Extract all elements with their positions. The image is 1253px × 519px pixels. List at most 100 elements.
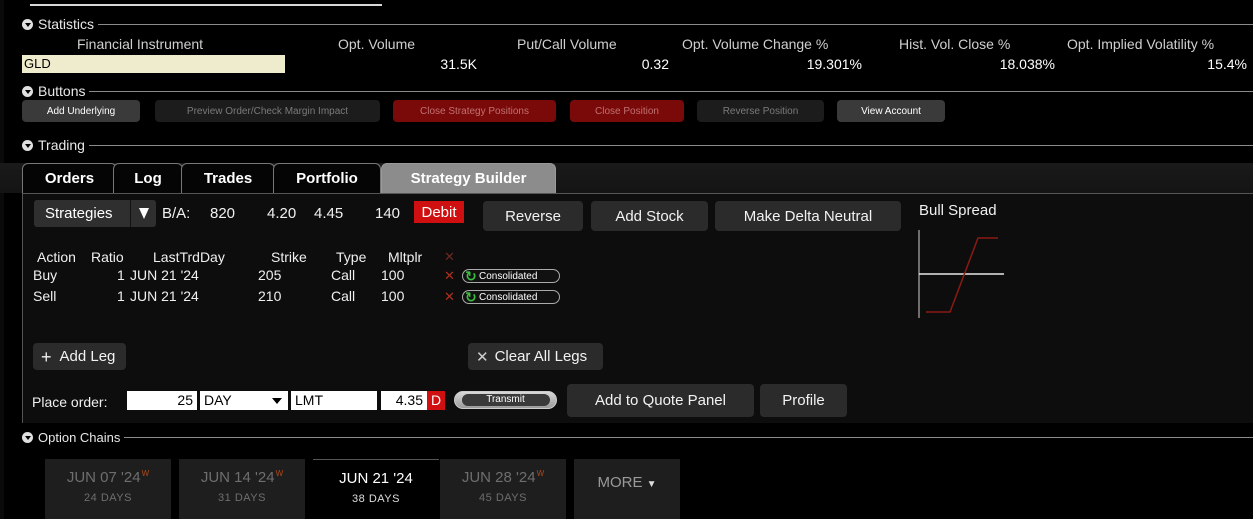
- leg-action[interactable]: Buy: [33, 267, 57, 283]
- value-opt-volume-change: 19.301%: [806, 56, 862, 72]
- refresh-icon: ↻: [465, 268, 477, 284]
- col-action: Action: [37, 249, 76, 265]
- debit-badge: Debit: [414, 201, 464, 223]
- buttons-section-header[interactable]: Buttons: [22, 82, 1253, 100]
- statistics-title: Statistics: [38, 16, 95, 32]
- reverse-position-button[interactable]: Reverse Position: [697, 100, 824, 122]
- expiry-tab[interactable]: JUN 28 '24W 45 DAYS: [440, 459, 566, 519]
- window-edge: [0, 0, 4, 519]
- route-consolidated-button[interactable]: ↻ Consolidated: [462, 289, 560, 305]
- close-strategy-positions-button[interactable]: Close Strategy Positions: [393, 100, 556, 122]
- weekly-marker: W: [141, 469, 150, 478]
- transmit-button[interactable]: Transmit: [454, 391, 557, 409]
- ba-label: B/A:: [162, 205, 191, 222]
- option-chains-title: Option Chains: [38, 429, 121, 445]
- close-icon: ✕: [476, 348, 489, 366]
- value-put-call-volume: 0.32: [641, 56, 669, 72]
- route-consolidated-button[interactable]: ↻ Consolidated: [462, 268, 560, 284]
- leg-type[interactable]: Call: [331, 288, 355, 304]
- collapse-icon: [22, 85, 33, 97]
- add-to-quote-panel-button[interactable]: Add to Quote Panel: [567, 384, 754, 417]
- payoff-line: [926, 237, 998, 313]
- value-hist-vol-close: 18.038%: [999, 56, 1055, 72]
- reverse-button[interactable]: Reverse: [483, 201, 583, 231]
- value-opt-volume: 31.5K: [440, 56, 477, 72]
- option-chains-section-header[interactable]: Option Chains: [22, 428, 1253, 446]
- strategies-dropdown[interactable]: Strategies: [34, 200, 156, 227]
- limit-price-input[interactable]: 4.35: [381, 391, 427, 410]
- remove-leg-icon[interactable]: ✕: [444, 268, 455, 284]
- instrument-cell[interactable]: GLD: [22, 55, 285, 73]
- collapse-icon: [22, 139, 33, 151]
- leg-type[interactable]: Call: [331, 267, 355, 283]
- strategy-preview-title: Bull Spread: [919, 202, 997, 219]
- payoff-diagram: [918, 230, 1004, 318]
- section-rule: [124, 436, 1253, 438]
- preview-order-button[interactable]: Preview Order/Check Margin Impact: [155, 100, 380, 122]
- header-financial-instrument: Financial Instrument: [77, 36, 204, 52]
- top-divider: [30, 4, 382, 6]
- tif-select[interactable]: DAY: [200, 391, 288, 410]
- close-position-button[interactable]: Close Position: [570, 100, 684, 122]
- leg-multiplier[interactable]: 100: [381, 288, 404, 304]
- collapse-icon: [22, 18, 33, 30]
- remove-all-icon[interactable]: ✕: [444, 249, 455, 265]
- header-opt-volume: Opt. Volume: [338, 36, 416, 52]
- expiry-tab[interactable]: JUN 14 '24W 31 DAYS: [179, 459, 305, 519]
- leg-multiplier[interactable]: 100: [381, 267, 404, 283]
- tab-portfolio[interactable]: Portfolio: [273, 163, 381, 193]
- header-hist-vol-close: Hist. Vol. Close %: [899, 36, 1011, 52]
- view-account-button[interactable]: View Account: [837, 100, 945, 122]
- bid-size: 820: [210, 205, 236, 222]
- weekly-marker: W: [275, 469, 284, 478]
- expiry-tab-selected[interactable]: JUN 21 '24 38 DAYS: [313, 459, 439, 519]
- leg-action[interactable]: Sell: [33, 288, 56, 304]
- dropdown-arrow-icon: [130, 200, 157, 227]
- add-underlying-button[interactable]: Add Underlying: [22, 100, 140, 122]
- header-opt-volume-change: Opt. Volume Change %: [682, 36, 829, 52]
- price-direction-badge: D: [427, 391, 445, 410]
- col-mltplr: Mltplr: [388, 249, 423, 265]
- leg-ratio[interactable]: 1: [117, 288, 125, 304]
- ask-price: 4.45: [314, 205, 344, 222]
- leg-ratio[interactable]: 1: [117, 267, 125, 283]
- profile-button[interactable]: Profile: [760, 384, 847, 417]
- make-delta-neutral-button[interactable]: Make Delta Neutral: [715, 201, 901, 231]
- add-stock-button[interactable]: Add Stock: [591, 201, 708, 231]
- leg-lasttrdday[interactable]: JUN 21 '24: [130, 288, 199, 304]
- place-order-label: Place order:: [32, 394, 108, 410]
- bid-price: 4.20: [267, 205, 297, 222]
- tab-trades[interactable]: Trades: [181, 163, 275, 193]
- strategies-label: Strategies: [45, 205, 113, 222]
- col-lasttrdday: LastTrdDay: [153, 249, 225, 265]
- trading-title: Trading: [38, 137, 85, 153]
- section-rule: [89, 90, 1253, 92]
- tab-orders[interactable]: Orders: [22, 163, 117, 193]
- caret-down-icon: ▼: [646, 479, 657, 490]
- clear-all-legs-button[interactable]: ✕ Clear All Legs: [468, 343, 603, 370]
- remove-leg-icon[interactable]: ✕: [444, 289, 455, 305]
- value-opt-implied-vol: 15.4%: [1207, 56, 1247, 72]
- tab-log[interactable]: Log: [113, 163, 183, 193]
- statistics-section-header[interactable]: Statistics: [22, 15, 1253, 33]
- col-strike: Strike: [271, 249, 307, 265]
- collapse-icon: [22, 431, 33, 443]
- col-type: Type: [336, 249, 367, 265]
- section-rule: [88, 144, 1253, 146]
- chevron-down-icon: [272, 398, 282, 404]
- trading-section-header[interactable]: Trading: [22, 136, 1253, 154]
- leg-strike[interactable]: 205: [258, 267, 281, 283]
- leg-lasttrdday[interactable]: JUN 21 '24: [130, 267, 199, 283]
- quantity-input[interactable]: 25: [127, 391, 197, 410]
- ask-size: 140: [375, 205, 401, 222]
- col-ratio: Ratio: [91, 249, 124, 265]
- add-leg-button[interactable]: + Add Leg: [33, 343, 126, 370]
- more-expiries-button[interactable]: MORE ▼: [574, 459, 680, 519]
- header-opt-implied-vol: Opt. Implied Volatility %: [1067, 36, 1215, 52]
- weekly-marker: W: [536, 469, 545, 478]
- leg-strike[interactable]: 210: [258, 288, 281, 304]
- header-put-call-volume: Put/Call Volume: [517, 36, 617, 52]
- order-type-input[interactable]: LMT: [291, 391, 377, 410]
- expiry-tab[interactable]: JUN 07 '24W 24 DAYS: [45, 459, 171, 519]
- tab-strategy-builder[interactable]: Strategy Builder: [381, 163, 556, 193]
